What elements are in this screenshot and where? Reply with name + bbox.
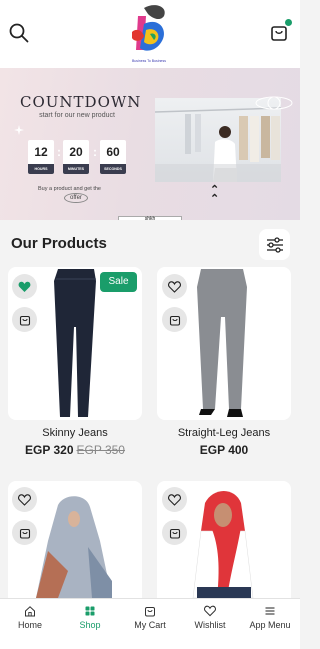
wishlist-button[interactable] (12, 274, 37, 299)
countdown-hours-label: HOURS (28, 164, 54, 174)
chevron-up-icon[interactable]: ⌃ ⌃ (210, 185, 219, 205)
product-price: EGP 320 EGP 350 (8, 443, 142, 457)
countdown-title: COUNTDOWN (20, 93, 142, 111)
wishlist-button[interactable] (162, 487, 187, 512)
nav-my-cart-label: My Cart (134, 620, 166, 630)
countdown-note: Buy a product and get the (38, 186, 101, 192)
current-price: EGP 320 (25, 443, 74, 457)
wishlist-button[interactable] (12, 487, 37, 512)
cart-button[interactable] (268, 19, 292, 43)
nav-my-cart[interactable]: My Cart (120, 605, 180, 630)
filter-button[interactable] (259, 229, 290, 260)
product-price: EGP 400 (157, 443, 291, 457)
countdown-hours-value: 12 (34, 145, 48, 159)
heart-outline-icon (168, 493, 181, 506)
heart-outline-icon (204, 605, 216, 617)
add-to-cart-button[interactable] (162, 307, 187, 332)
add-to-cart-button[interactable] (162, 520, 187, 545)
add-to-cart-button[interactable] (12, 520, 37, 545)
product-name[interactable]: Skinny Jeans (8, 427, 142, 439)
shopping-bag-icon (169, 528, 180, 539)
shopping-bag-icon (19, 528, 30, 539)
sale-badge: Sale (100, 272, 137, 292)
countdown-hours: 12 HOURS (28, 140, 54, 174)
countdown-separator: : (57, 145, 61, 159)
menu-icon (265, 607, 275, 615)
nav-wishlist-label: Wishlist (194, 620, 226, 630)
shop-grid-icon (85, 606, 95, 616)
nav-shop[interactable]: Shop (60, 605, 120, 630)
brand-logo[interactable]: Business To Business (124, 2, 174, 64)
nav-app-menu-label: App Menu (249, 620, 291, 630)
countdown-separator: : (93, 145, 97, 159)
logo-tagline: Business To Business (132, 59, 166, 63)
logo-icon (132, 5, 165, 51)
home-icon (25, 606, 35, 617)
filter-sliders-icon (266, 236, 283, 253)
heart-outline-icon (18, 493, 31, 506)
search-icon (9, 23, 29, 43)
search-button[interactable] (8, 22, 30, 44)
orbit-decoration-icon (255, 96, 293, 110)
app-header: Business To Business (0, 0, 300, 68)
nav-home[interactable]: Home (0, 605, 60, 630)
shopping-bag-icon (169, 315, 180, 326)
countdown-seconds: 60 SECONDS (100, 140, 126, 174)
countdown-minutes-value: 20 (69, 145, 83, 159)
old-price: EGP 350 (76, 443, 125, 457)
countdown-subtitle: start for our new product (39, 112, 115, 119)
nav-app-menu[interactable]: App Menu (240, 605, 300, 630)
offer-label[interactable]: offer (64, 193, 88, 203)
nav-home-label: Home (17, 620, 42, 630)
promo-banner[interactable]: COUNTDOWN start for our new product 12 H… (0, 68, 300, 220)
heart-filled-icon (18, 281, 31, 292)
nav-shop-label: Shop (79, 620, 101, 630)
countdown-minutes: 20 MINUTES (63, 140, 89, 174)
wishlist-button[interactable] (162, 274, 187, 299)
countdown-seconds-value: 60 (106, 145, 120, 159)
cart-indicator-dot (285, 19, 292, 26)
banner-tab: shkh (118, 216, 182, 220)
shopping-bag-icon (145, 607, 155, 617)
shopping-bag-icon (19, 315, 30, 326)
add-to-cart-button[interactable] (12, 307, 37, 332)
sparkle-icon (14, 125, 24, 135)
section-title: Our Products (11, 235, 107, 252)
product-name[interactable]: Straight-Leg Jeans (157, 427, 291, 439)
heart-outline-icon (168, 280, 181, 293)
nav-wishlist[interactable]: Wishlist (180, 605, 240, 630)
countdown-seconds-label: SECONDS (100, 164, 126, 174)
bottom-navigation: Home Shop My Cart Wishlist App Menu (0, 598, 300, 649)
current-price: EGP 400 (199, 443, 249, 457)
countdown-minutes-label: MINUTES (63, 164, 89, 174)
